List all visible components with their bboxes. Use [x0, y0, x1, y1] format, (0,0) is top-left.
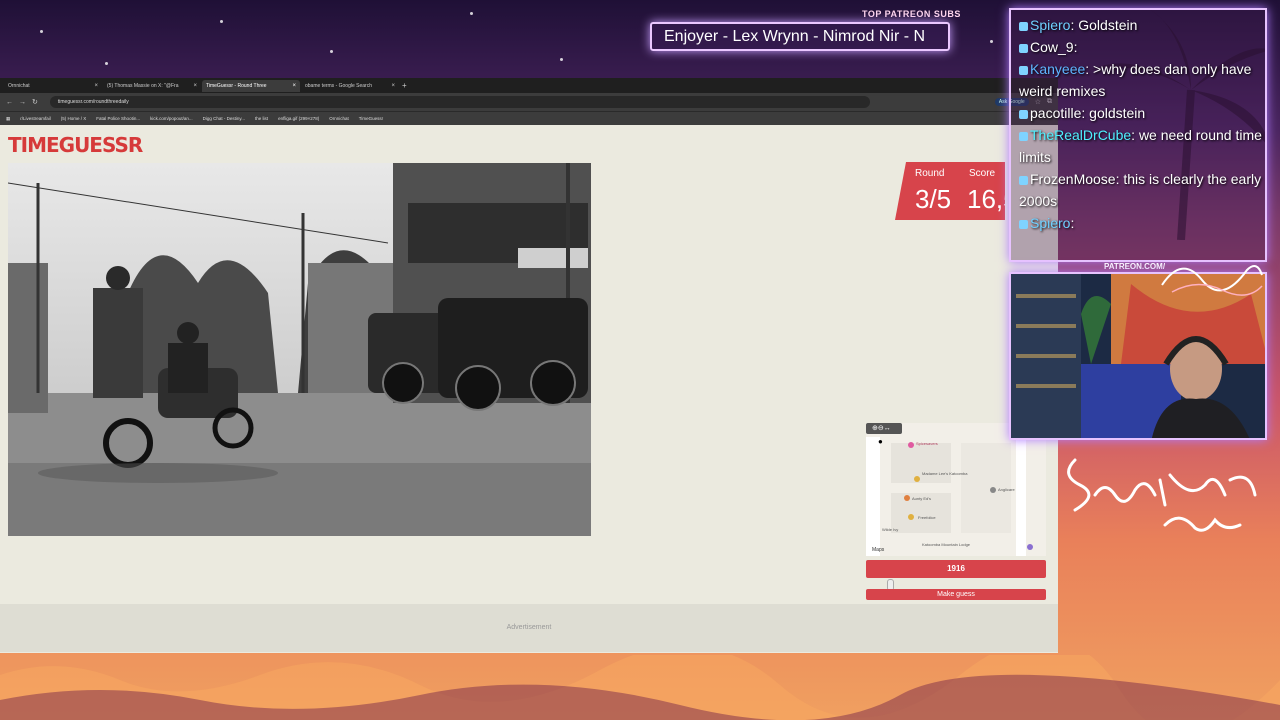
tab-label: Ornnichat: [8, 82, 30, 89]
chat-username[interactable]: Kanyeee: [1030, 61, 1085, 77]
round-score-panel: Round Score 3/5 16,5: [895, 162, 1005, 220]
something-else-logo: [1067, 458, 1257, 532]
chat-text: : goldstein: [1081, 105, 1146, 121]
tab-label: obame terms - Google Search: [305, 82, 372, 89]
chat-message: Spiero:: [1011, 212, 1265, 234]
tab-bar: Ornnichat × (5) Thomas Massie on X: "@Fra…: [0, 78, 1058, 93]
close-icon[interactable]: ×: [94, 83, 98, 89]
chat-message: pacotille: goldstein: [1011, 102, 1265, 124]
bookmark-item[interactable]: enfliga.gif (299×278): [278, 116, 319, 121]
chat-badge-icon: [1019, 43, 1028, 53]
chat-badge-icon: [1019, 219, 1028, 229]
map-label: Madame Lee's Katoomba: [922, 471, 968, 476]
patreon-title: TOP PATREON SUBS: [862, 9, 961, 19]
chat-username[interactable]: TheRealDrCube: [1030, 127, 1131, 143]
make-guess-button[interactable]: Make guess: [866, 589, 1046, 600]
forward-icon[interactable]: →: [19, 99, 26, 106]
chat-text: :: [1073, 39, 1078, 55]
tab-label: (5) Thomas Massie on X: "@Fra: [107, 82, 179, 89]
map-label: Wilde Ivy: [882, 527, 899, 532]
round-value: 3/5: [915, 184, 952, 214]
chat-message: TheRealDrCube: we need round time limits: [1011, 124, 1265, 168]
tab-label: TimeGuessr - Round Three: [206, 82, 267, 89]
star: [40, 30, 43, 33]
round-label: Round: [915, 168, 945, 179]
star: [330, 50, 333, 53]
apps-icon[interactable]: ▦: [6, 116, 10, 122]
chat-username[interactable]: FrozenMoose: [1030, 171, 1116, 187]
chat-username[interactable]: Cow_9: [1030, 39, 1074, 55]
historic-street-photo: [7, 163, 591, 536]
star: [105, 62, 108, 65]
browser-tab[interactable]: (5) Thomas Massie on X: "@Fra ×: [103, 80, 201, 92]
map-label: Aunty Ed's: [912, 496, 931, 501]
chat-username[interactable]: pacotille: [1030, 105, 1081, 121]
bookmarks-bar: ▦ r/Livestreamfail (5) Home / X Fatal Po…: [0, 111, 1058, 125]
chat-text: : Goldstein: [1070, 17, 1138, 33]
bookmark-item[interactable]: r/Livestreamfail: [20, 116, 51, 121]
bookmark-item[interactable]: (5) Home / X: [61, 116, 87, 121]
star: [560, 58, 563, 61]
bookmark-item[interactable]: kick.com/popout/an...: [150, 116, 193, 121]
apple-maps-logo: Maps: [872, 547, 885, 553]
url-text: timeguessr.com/roundthreedaily: [57, 99, 129, 105]
sunset-cloud-decoration: [0, 655, 1280, 720]
chat-text: :: [1070, 215, 1075, 231]
chat-message: Kanyeee: >why does dan only have weird r…: [1011, 58, 1265, 102]
advertisement-bar: Advertisement: [0, 604, 1058, 652]
browser-window: Ornnichat × (5) Thomas Massie on X: "@Fra…: [0, 78, 1058, 653]
map-canvas: [866, 423, 1046, 556]
chat-username[interactable]: Spiero: [1030, 17, 1070, 33]
close-icon[interactable]: ×: [193, 83, 197, 89]
chat-username[interactable]: Spiero: [1030, 215, 1070, 231]
browser-tab[interactable]: Ornnichat ×: [4, 80, 102, 92]
location-pin-icon[interactable]: ●: [878, 437, 883, 446]
star: [990, 40, 993, 43]
chat-badge-icon: [1019, 21, 1028, 31]
score-label: Score: [969, 168, 996, 179]
browser-tab-active[interactable]: TimeGuessr - Round Three ×: [202, 79, 300, 92]
chat-badge-icon: [1019, 175, 1028, 185]
stream-chat: Spiero: Goldstein Cow_9: Kanyeee: >why doe…: [1009, 8, 1267, 262]
close-icon[interactable]: ×: [292, 83, 296, 89]
new-tab-icon[interactable]: +: [402, 81, 407, 90]
star: [220, 20, 223, 23]
address-bar-row: ← → ↻ timeguessr.com/roundthreedaily Ask…: [0, 93, 1058, 111]
close-icon[interactable]: ×: [391, 83, 395, 89]
url-input[interactable]: timeguessr.com/roundthreedaily: [49, 96, 870, 108]
chat-badge-icon: [1019, 131, 1028, 141]
bookmark-item[interactable]: Digg Chat - Destiny...: [203, 116, 245, 121]
year-display: 1916: [866, 560, 1046, 578]
chat-badge-icon: [1019, 65, 1028, 75]
star: [470, 12, 473, 15]
back-icon[interactable]: ←: [6, 99, 13, 106]
map-label: Freefolice: [918, 515, 936, 520]
timeguessr-logo[interactable]: TIMEGUESSR: [8, 133, 143, 157]
map-label: Katoomba Mountain Lodge: [922, 542, 971, 547]
round-photo[interactable]: [7, 163, 591, 536]
chat-badge-icon: [1019, 109, 1028, 119]
map-label: Spicesavers: [916, 441, 938, 446]
timeguessr-page: TIMEGUESSR Round Score 3/5 16,5 ⊕⊖↔ ● Sp…: [0, 125, 1058, 653]
year-slider[interactable]: [866, 579, 1046, 591]
chat-message: Spiero: Goldstein: [1011, 14, 1265, 36]
reload-icon[interactable]: ↻: [32, 98, 38, 106]
map-label: Anglicare: [998, 487, 1015, 492]
chat-message: Cow_9:: [1011, 36, 1265, 58]
patreon-ticker: Enjoyer - Lex Wrynn - Nimrod Nir - N: [650, 22, 950, 51]
chat-message: FrozenMoose: this is clearly the early 2…: [1011, 168, 1265, 212]
zoom-icon[interactable]: ⊕⊖↔: [872, 424, 891, 432]
browser-tab[interactable]: obame terms - Google Search ×: [301, 80, 399, 92]
anything-else-logo: [1161, 265, 1263, 296]
bookmark-item[interactable]: Fatal Police Shootin...: [96, 116, 140, 121]
bookmark-item[interactable]: the list: [255, 116, 268, 121]
bookmark-item[interactable]: TimeGuessr: [359, 116, 383, 121]
bookmark-item[interactable]: Ornnichat: [329, 116, 349, 121]
guess-map[interactable]: ⊕⊖↔ ● Spicesavers Madame Lee's Katoomba …: [866, 423, 1046, 556]
